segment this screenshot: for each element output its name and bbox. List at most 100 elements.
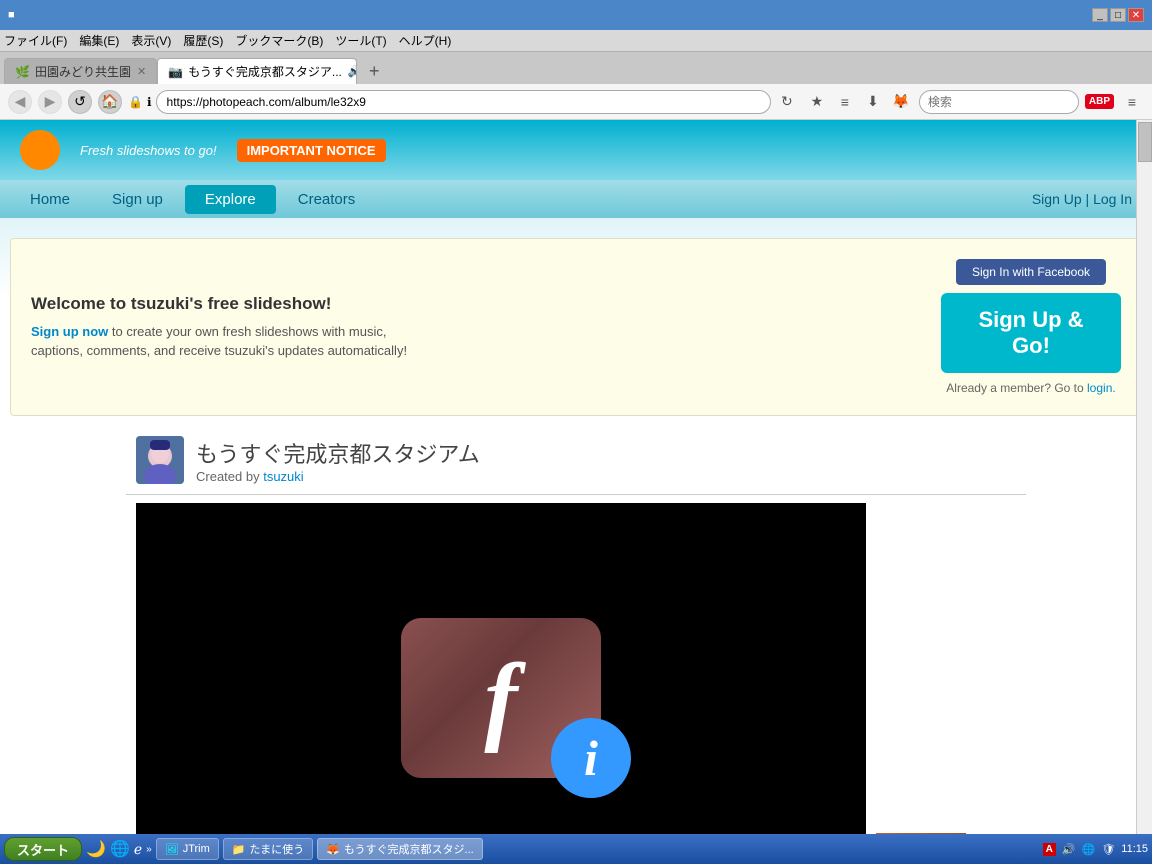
taskbar-tameni[interactable]: 📁 たまに使う [223, 838, 313, 860]
slideshow-title: もうすぐ完成京都スタジアム [196, 437, 480, 469]
menu-edit[interactable]: 編集(E) [79, 32, 119, 49]
minimize-button[interactable]: _ [1092, 8, 1108, 22]
nav-auth-links: Sign Up | Log In [1032, 191, 1142, 207]
tab1-favicon: 🌿 [15, 65, 29, 79]
tab2-label: もうすぐ完成京都スタジア... [188, 63, 342, 80]
avatar-image [136, 436, 184, 484]
scroll-thumb[interactable] [1138, 122, 1152, 162]
slideshow-section: もうすぐ完成京都スタジアム Created by tsuzuki f i [126, 436, 1026, 834]
tameni-icon: 📁 [232, 843, 246, 856]
already-member-text: Already a member? Go to login. [946, 381, 1115, 395]
reader-icon[interactable]: ≡ [833, 90, 857, 114]
nav-signup-link[interactable]: Sign Up [1032, 191, 1082, 207]
tagline: Fresh slideshows to go! [80, 143, 217, 158]
welcome-actions: Sign In with Facebook Sign Up & Go! Alre… [941, 259, 1121, 395]
taskbar-antivirus-icon: 🛡 [1101, 843, 1115, 856]
close-button[interactable]: ✕ [1128, 8, 1144, 22]
menu-file[interactable]: ファイル(F) [4, 32, 67, 49]
welcome-heading: Welcome to tsuzuki's free slideshow! [31, 294, 407, 314]
taskbar-more[interactable]: » [146, 844, 152, 855]
page-content: Fresh slideshows to go! IMPORTANT NOTICE… [0, 120, 1152, 834]
taskbar-network-icon: 🌐 [1082, 843, 1096, 856]
lock-icon: 🔒 [128, 95, 143, 109]
important-notice[interactable]: IMPORTANT NOTICE [237, 139, 386, 162]
avatar [136, 436, 184, 484]
flash-player[interactable]: f i [136, 503, 866, 834]
tab-1[interactable]: 🌿 田園みどり共生園 ✕ [4, 58, 157, 84]
taskbar-sys-icon-b: 🔊 [1062, 843, 1076, 856]
taskbar-icon-moon[interactable]: 🌙 [86, 839, 106, 859]
window-controls: _ □ ✕ [1092, 8, 1144, 22]
menu-icon[interactable]: ≡ [1120, 90, 1144, 114]
nav-bar: Home Sign up Explore Creators Sign Up | … [0, 180, 1152, 218]
facebook-signin-button[interactable]: Sign In with Facebook [956, 259, 1106, 285]
adblock-badge[interactable]: ABP [1085, 94, 1114, 109]
title-bar: ■ _ □ ✕ [0, 0, 1152, 30]
address-input[interactable] [156, 90, 771, 114]
info-i-letter: i [584, 729, 598, 787]
stadium-icon: 🦊 [326, 843, 340, 856]
menu-history[interactable]: 履歴(S) [183, 32, 223, 49]
start-button[interactable]: スタート [4, 837, 82, 861]
nav-login-link[interactable]: Log In [1093, 191, 1132, 207]
author-link[interactable]: tsuzuki [263, 469, 303, 484]
main-area: Welcome to tsuzuki's free slideshow! Sig… [0, 218, 1152, 834]
new-tab-button[interactable]: + [361, 58, 387, 84]
taskbar-icon-e[interactable]: ℯ [134, 841, 142, 858]
taskbar-jtrim[interactable]: 🖼 JTrim [156, 838, 219, 860]
search-input[interactable] [919, 90, 1079, 114]
title-divider [126, 494, 1026, 495]
welcome-box: Welcome to tsuzuki's free slideshow! Sig… [10, 238, 1142, 416]
security-icons: ★ ≡ ⬇ 🦊 [805, 90, 913, 114]
refresh-button[interactable]: ↺ [68, 90, 92, 114]
taskbar-time: 11:15 [1121, 843, 1148, 855]
signup-now-link[interactable]: Sign up now [31, 324, 108, 339]
scrollbar[interactable] [1136, 120, 1152, 834]
menu-bookmarks[interactable]: ブックマーク(B) [235, 32, 323, 49]
flash-icon-container: f i [401, 618, 601, 778]
created-by: Created by tsuzuki [196, 469, 480, 484]
menu-view[interactable]: 表示(V) [131, 32, 171, 49]
nav-signup[interactable]: Sign up [92, 185, 183, 214]
back-button[interactable]: ◀ [8, 90, 32, 114]
tab2-favicon: 📷 [168, 65, 182, 79]
tab1-close[interactable]: ✕ [137, 65, 146, 78]
welcome-username: tsuzuki's [131, 294, 203, 313]
avatar-svg [136, 436, 184, 484]
browser-title: ■ [8, 9, 15, 21]
content-row: f i [126, 503, 1026, 834]
tab-2[interactable]: 📷 もうすぐ完成京都スタジア... 🔊 ✕ [157, 58, 357, 84]
taskbar-sys-icon-a: A [1043, 843, 1056, 856]
nav-home[interactable]: Home [10, 185, 90, 214]
signup-go-button[interactable]: Sign Up & Go! [941, 293, 1121, 373]
bookmark-star-icon[interactable]: ★ [805, 90, 829, 114]
tab-bar: 🌿 田園みどり共生園 ✕ 📷 もうすぐ完成京都スタジア... 🔊 ✕ + [0, 52, 1152, 84]
tab2-audio[interactable]: 🔊 [348, 65, 357, 78]
download-icon[interactable]: ⬇ [861, 90, 885, 114]
flash-f-letter: f [484, 641, 517, 756]
info-badge[interactable]: i [551, 718, 631, 798]
welcome-text: Welcome to tsuzuki's free slideshow! Sig… [31, 294, 407, 361]
pocketmark-icon[interactable]: 🦊 [889, 90, 913, 114]
info-icon: ℹ [147, 95, 152, 109]
menu-tools[interactable]: ツール(T) [335, 32, 386, 49]
taskbar-stadium[interactable]: 🦊 もうすぐ完成京都スタジ... [317, 838, 483, 860]
login-link[interactable]: login. [1087, 381, 1116, 395]
taskbar: スタート 🌙 🌐 ℯ » 🖼 JTrim 📁 たまに使う 🦊 もうすぐ完成京都ス… [0, 834, 1152, 864]
menu-bar: ファイル(F) 編集(E) 表示(V) 履歴(S) ブックマーク(B) ツール(… [0, 30, 1152, 52]
address-bar: ◀ ▶ ↺ 🏠 🔒 ℹ ↻ ★ ≡ ⬇ 🦊 ABP ≡ [0, 84, 1152, 120]
reload-icon[interactable]: ↻ [775, 90, 799, 114]
nav-creators[interactable]: Creators [278, 185, 376, 214]
logo [20, 130, 60, 170]
taskbar-right: A 🔊 🌐 🛡 11:15 [1043, 843, 1148, 856]
forward-button[interactable]: ▶ [38, 90, 62, 114]
taskbar-icon-ie[interactable]: 🌐 [110, 839, 130, 859]
slideshow-header: もうすぐ完成京都スタジアム Created by tsuzuki [126, 436, 1026, 484]
jtrim-icon: 🖼 [165, 843, 179, 856]
nav-explore[interactable]: Explore [185, 185, 276, 214]
home-button[interactable]: 🏠 [98, 90, 122, 114]
menu-help[interactable]: ヘルプ(H) [399, 32, 452, 49]
slideshow-info: もうすぐ完成京都スタジアム Created by tsuzuki [196, 437, 480, 484]
tab1-label: 田園みどり共生園 [35, 63, 131, 80]
maximize-button[interactable]: □ [1110, 8, 1126, 22]
